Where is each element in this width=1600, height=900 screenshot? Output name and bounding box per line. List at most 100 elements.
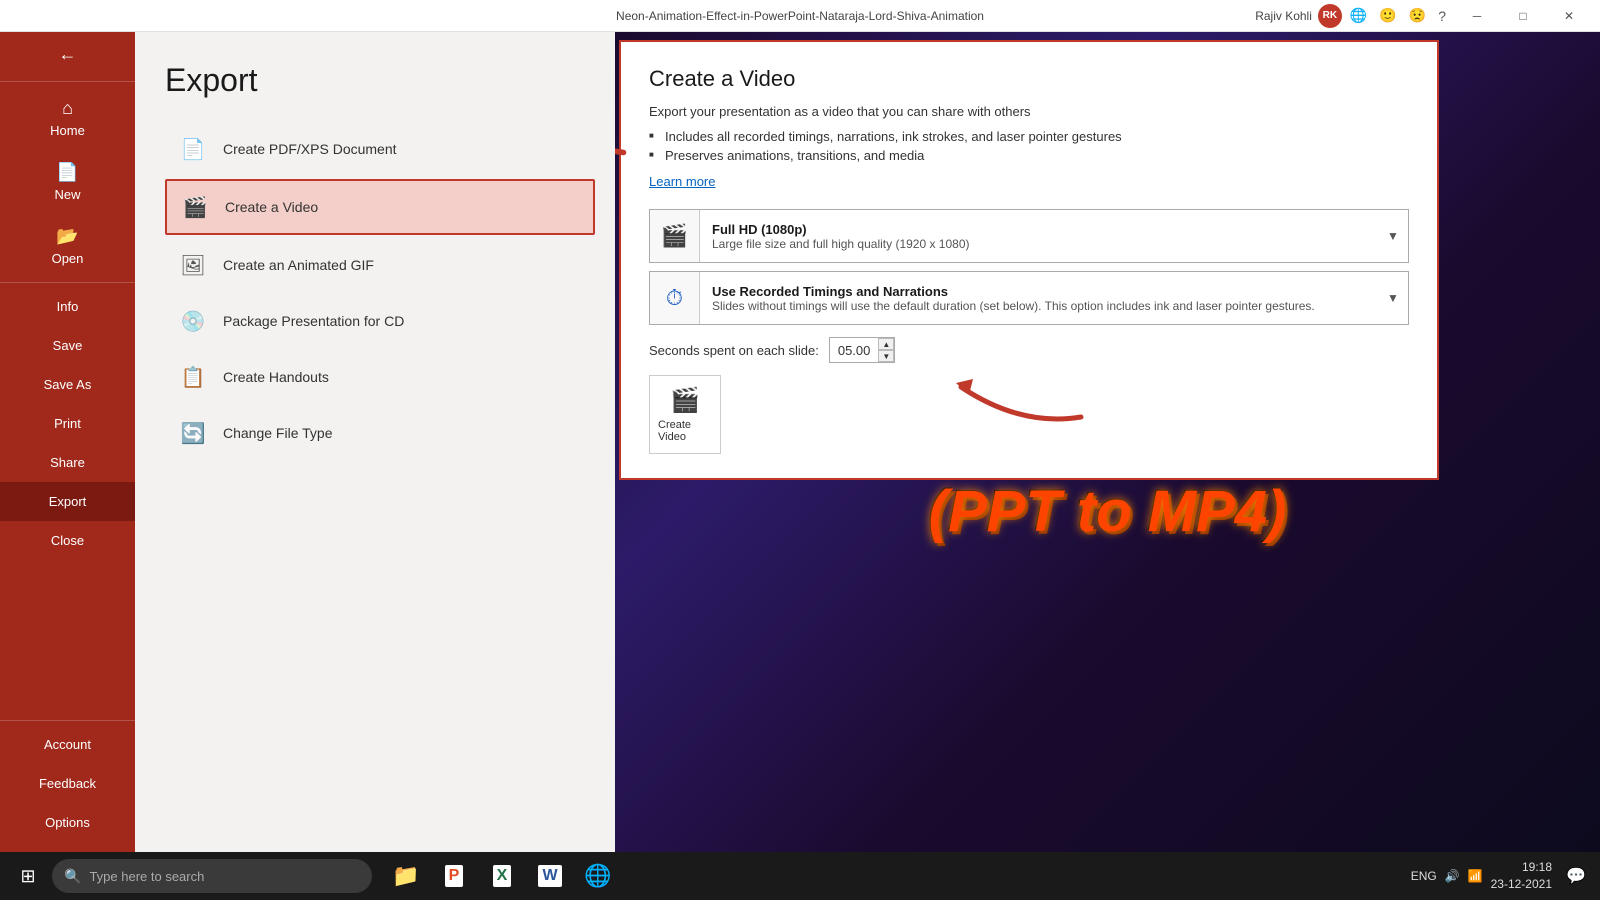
options-label: Options <box>45 815 90 830</box>
create-video-label: Create Video <box>658 419 712 443</box>
spinner-up[interactable]: ▲ <box>878 338 894 350</box>
globe-icon[interactable]: 🌐 <box>1350 7 1367 24</box>
taskbar-powerpoint[interactable]: P <box>432 854 476 898</box>
taskbar-excel[interactable]: X <box>480 854 524 898</box>
video-panel-title: Create a Video <box>649 66 1409 92</box>
filetype-label: Change File Type <box>223 425 332 441</box>
sidebar: ← ⌂ Home 📄 New 📂 Open Info Save <box>0 32 135 852</box>
export-title: Export <box>165 62 595 99</box>
video-icon: 🎬 <box>179 191 211 223</box>
feedback-label: Feedback <box>39 776 96 791</box>
sidebar-item-account[interactable]: Account <box>0 725 135 764</box>
export-video-item[interactable]: 🎬 Create a Video <box>165 179 595 235</box>
sidebar-divider-2 <box>0 282 135 283</box>
timing-dropdown[interactable]: ⏱ Use Recorded Timings and Narrations Sl… <box>649 271 1409 325</box>
video-panel: Create a Video Export your presentation … <box>619 40 1439 480</box>
timing-subtitle: Slides without timings will use the defa… <box>712 299 1366 313</box>
save-label: Save <box>53 338 83 353</box>
quality-arrow: ▼ <box>1378 229 1408 243</box>
maximize-button[interactable]: □ <box>1500 0 1546 32</box>
learn-more-link[interactable]: Learn more <box>649 174 715 189</box>
sidebar-back-button[interactable]: ← <box>0 32 135 77</box>
create-video-button[interactable]: 🎬 Create Video <box>649 375 721 454</box>
left-panel: Export 📄 Create PDF/XPS Document 🎬 Creat… <box>135 32 615 852</box>
notification-button[interactable]: 💬 <box>1560 860 1592 892</box>
close-label: Close <box>51 533 84 548</box>
export-label: Export <box>49 494 87 509</box>
timing-content: Use Recorded Timings and Narrations Slid… <box>700 278 1378 319</box>
titlebar-user: Rajiv Kohli RK <box>1255 4 1342 28</box>
taskbar-chrome[interactable]: 🌐 <box>576 854 620 898</box>
taskbar: ⊞ 🔍 Type here to search 📁 P X W 🌐 ENG 🔊 … <box>0 852 1600 900</box>
sidebar-item-options[interactable]: Options <box>0 803 135 842</box>
powerpoint-icon: P <box>445 865 464 887</box>
handouts-label: Create Handouts <box>223 369 329 385</box>
arrow-indicator-1 <box>615 130 636 220</box>
taskbar-word[interactable]: W <box>528 854 572 898</box>
sidebar-item-print[interactable]: Print <box>0 404 135 443</box>
sidebar-open-label: Open <box>52 251 84 266</box>
seconds-input-group[interactable]: 05.00 ▲ ▼ <box>829 337 896 363</box>
titlebar-icons: 🌐 🙂 😟 ? <box>1350 7 1446 24</box>
quality-content: Full HD (1080p) Large file size and full… <box>700 216 1378 257</box>
sidebar-item-new[interactable]: 📄 New <box>0 150 135 214</box>
quality-dropdown[interactable]: 🎬 Full HD (1080p) Large file size and fu… <box>649 209 1409 263</box>
quality-title: Full HD (1080p) <box>712 222 1366 237</box>
home-icon: ⌂ <box>62 98 73 119</box>
quality-subtitle: Large file size and full high quality (1… <box>712 237 1366 251</box>
sidebar-new-label: New <box>54 187 80 202</box>
close-button[interactable]: ✕ <box>1546 0 1592 32</box>
clock-time: 19:18 <box>1491 859 1552 876</box>
account-label: Account <box>44 737 91 752</box>
package-label: Package Presentation for CD <box>223 313 404 329</box>
sidebar-item-home[interactable]: ⌂ Home <box>0 86 135 150</box>
taskbar-right: ENG 🔊 📶 19:18 23-12-2021 💬 <box>1411 859 1592 893</box>
sidebar-bottom: Account Feedback Options <box>0 716 135 852</box>
export-pdf-item[interactable]: 📄 Create PDF/XPS Document <box>165 123 595 175</box>
sidebar-item-share[interactable]: Share <box>0 443 135 482</box>
sidebar-item-save[interactable]: Save <box>0 326 135 365</box>
export-filetype-item[interactable]: 🔄 Change File Type <box>165 407 595 459</box>
export-gif-item[interactable]: 🖼 Create an Animated GIF <box>165 239 595 291</box>
sidebar-divider-1 <box>0 81 135 82</box>
word-icon: W <box>538 865 561 887</box>
sad-icon[interactable]: 😟 <box>1409 7 1426 24</box>
export-package-item[interactable]: 💿 Package Presentation for CD <box>165 295 595 347</box>
excel-icon: X <box>493 865 512 887</box>
sidebar-item-feedback[interactable]: Feedback <box>0 764 135 803</box>
seconds-value: 05.00 <box>830 340 879 361</box>
sidebar-item-saveas[interactable]: Save As <box>0 365 135 404</box>
export-detail: How To Convert Presentation into Video (… <box>615 32 1600 852</box>
taskbar-clock: 19:18 23-12-2021 <box>1491 859 1552 893</box>
smiley-icon[interactable]: 🙂 <box>1379 7 1396 24</box>
sidebar-item-open[interactable]: 📂 Open <box>0 214 135 278</box>
taskbar-explorer[interactable]: 📁 <box>384 854 428 898</box>
new-icon: 📄 <box>56 162 78 183</box>
sidebar-item-close[interactable]: Close <box>0 521 135 560</box>
handouts-icon: 📋 <box>177 361 209 393</box>
arrow-indicator-2 <box>911 337 1111 437</box>
spinner-down[interactable]: ▼ <box>878 350 894 362</box>
back-icon: ← <box>59 44 77 65</box>
right-panel: How To Convert Presentation into Video (… <box>615 32 1600 852</box>
taskbar-search[interactable]: 🔍 Type here to search <box>52 859 372 893</box>
seconds-spinner[interactable]: ▲ ▼ <box>878 338 894 362</box>
sidebar-top: ← ⌂ Home 📄 New 📂 Open Info Save <box>0 32 135 716</box>
share-label: Share <box>50 455 85 470</box>
export-handouts-item[interactable]: 📋 Create Handouts <box>165 351 595 403</box>
sidebar-divider-3 <box>0 720 135 721</box>
open-icon: 📂 <box>56 226 78 247</box>
sidebar-item-export[interactable]: Export <box>0 482 135 521</box>
help-icon[interactable]: ? <box>1438 8 1446 24</box>
info-label: Info <box>57 299 79 314</box>
minimize-button[interactable]: ─ <box>1454 0 1500 32</box>
video-panel-bullets: Includes all recorded timings, narration… <box>649 127 1409 165</box>
start-button[interactable]: ⊞ <box>8 856 48 896</box>
gif-icon: 🖼 <box>177 249 209 281</box>
filetype-icon: 🔄 <box>177 417 209 449</box>
sidebar-item-info[interactable]: Info <box>0 287 135 326</box>
network-icon: 📶 <box>1468 869 1483 883</box>
search-icon: 🔍 <box>64 868 81 885</box>
titlebar-filename: Neon-Animation-Effect-in-PowerPoint-Nata… <box>616 9 984 23</box>
package-icon: 💿 <box>177 305 209 337</box>
